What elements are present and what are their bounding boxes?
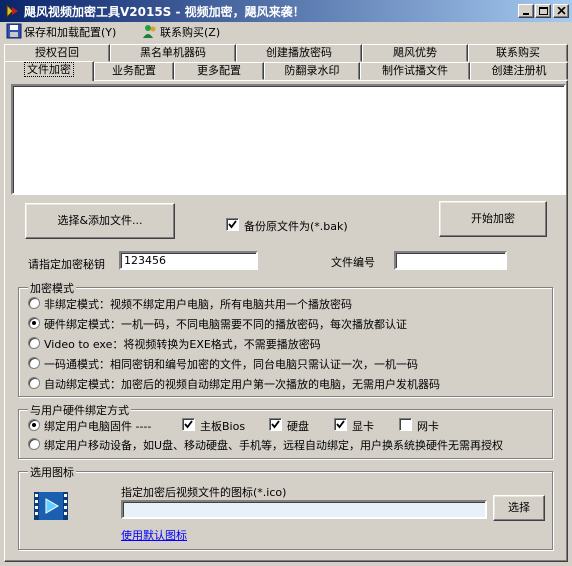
- close-button[interactable]: [553, 4, 569, 18]
- maximize-button[interactable]: [535, 4, 551, 18]
- file-number-label: 文件编号: [331, 256, 375, 269]
- tab-make-trial[interactable]: 制作试播文件: [360, 62, 470, 80]
- disk-label: 硬盘: [287, 420, 309, 433]
- icon-path-input[interactable]: [121, 500, 487, 519]
- encrypt-mode-legend: 加密模式: [28, 280, 76, 296]
- minimize-button[interactable]: [518, 4, 534, 18]
- gpu-checkbox[interactable]: [334, 418, 347, 431]
- menu-save-load-label: 保存和加载配置(Y): [24, 26, 117, 39]
- tab-watermark[interactable]: 防翻录水印: [264, 62, 360, 80]
- menu-save-load[interactable]: 保存和加载配置(Y): [6, 23, 126, 39]
- disk-checkbox[interactable]: [269, 418, 282, 431]
- mode-unbound-radio[interactable]: [28, 297, 40, 309]
- file-list[interactable]: [11, 84, 566, 195]
- select-files-button[interactable]: 选择&添加文件...: [25, 203, 175, 239]
- menu-bar: 保存和加载配置(Y) 联系购买(Z): [0, 22, 572, 40]
- default-icon-link[interactable]: 使用默认图标: [121, 527, 187, 543]
- contact-icon: [142, 23, 158, 39]
- mode-auto-bind-radio[interactable]: [28, 377, 40, 389]
- tab-advantages[interactable]: 飓风优势: [362, 44, 468, 62]
- mode-unbound-label: 非绑定模式：视频不绑定用户电脑，所有电脑共用一个播放密码: [44, 298, 352, 311]
- backup-checkbox[interactable]: [226, 218, 239, 231]
- key-input[interactable]: 123456: [119, 251, 258, 270]
- mode-one-code-label: 一码通模式：相同密钥和编号加密的文件，同台电脑只需认证一次，一机一码: [44, 358, 418, 371]
- mode-video-to-exe-radio[interactable]: [28, 337, 40, 349]
- tab-business-config[interactable]: 业务配置: [94, 62, 174, 80]
- mode-auto-bind-label: 自动绑定模式：加密后的视频自动绑定用户第一次播放的电脑，无需用户发机器码: [44, 378, 440, 391]
- mode-hardware-radio[interactable]: [28, 317, 40, 329]
- choose-icon-button[interactable]: 选择: [493, 495, 545, 521]
- tab-row-bottom: 文件加密 业务配置 更多配置 防翻录水印 制作试播文件 创建注册机: [4, 61, 568, 81]
- menu-contact-buy-label: 联系购买(Z): [160, 26, 221, 39]
- tab-file-encrypt[interactable]: 文件加密: [4, 61, 94, 81]
- bind-mobile-label: 绑定用户移动设备，如U盘、移动硬盘、手机等，远程自动绑定，用户换系统换硬件无需再…: [44, 439, 504, 452]
- icon-path-label: 指定加密后视频文件的图标(*.ico): [121, 486, 287, 499]
- tab-more-config[interactable]: 更多配置: [174, 62, 264, 80]
- gpu-label: 显卡: [352, 420, 374, 433]
- tab-blacklist[interactable]: 黑名单机器码: [110, 44, 236, 62]
- title-bar[interactable]: 飓风视频加密工具V2015S - 视频加密，飓风来袭！: [0, 0, 572, 22]
- tab-create-keygen[interactable]: 创建注册机: [470, 62, 568, 80]
- backup-label: 备份原文件为(*.bak): [244, 220, 348, 233]
- menu-contact-buy[interactable]: 联系购买(Z): [142, 23, 242, 39]
- nic-label: 网卡: [417, 420, 439, 433]
- video-play-icon: [34, 492, 68, 520]
- bios-label: 主板Bios: [200, 420, 246, 433]
- bios-checkbox[interactable]: [182, 418, 195, 431]
- tab-license-recall[interactable]: 授权召回: [4, 44, 110, 62]
- bind-firmware-label: 绑定用户电脑固件 ----: [44, 420, 152, 433]
- save-icon: [6, 23, 22, 39]
- tab-contact-buy[interactable]: 联系购买: [468, 44, 568, 62]
- mode-hardware-label: 硬件绑定模式：一机一码，不同电脑需要不同的播放密码，每次播放都认证: [44, 318, 407, 331]
- tab-create-play-password[interactable]: 创建播放密码: [236, 44, 362, 62]
- tab-row-top: 授权召回 黑名单机器码 创建播放密码 飓风优势 联系购买: [4, 44, 568, 62]
- bind-mobile-radio[interactable]: [28, 438, 40, 450]
- key-label: 请指定加密秘钥: [28, 258, 105, 271]
- bind-firmware-radio[interactable]: [28, 419, 40, 431]
- hardware-bind-legend: 与用户硬件绑定方式: [28, 402, 131, 418]
- nic-checkbox[interactable]: [399, 418, 412, 431]
- file-number-input[interactable]: [394, 251, 507, 270]
- mode-video-to-exe-label: Video to exe：将视频转换为EXE格式，不需要播放密码: [44, 338, 321, 351]
- mode-one-code-radio[interactable]: [28, 357, 40, 369]
- start-encrypt-button[interactable]: 开始加密: [439, 201, 547, 237]
- window-title: 飓风视频加密工具V2015S - 视频加密，飓风来袭！: [24, 5, 305, 19]
- icon-group-legend: 选用图标: [28, 464, 76, 480]
- app-icon: [4, 3, 20, 19]
